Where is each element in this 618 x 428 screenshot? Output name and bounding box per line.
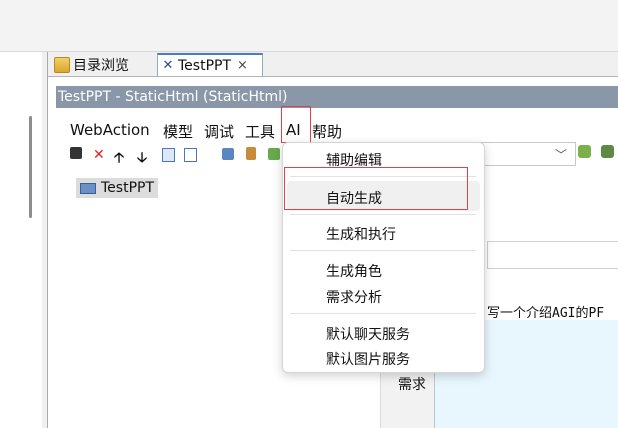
clip-icon[interactable] [246,147,256,160]
prompt-text: 写一个介绍AGI的PF [487,306,605,321]
file-icon[interactable] [162,148,175,162]
menu-webaction[interactable]: WebAction [70,121,150,139]
menu-item-default-image-service[interactable]: 默认图片服务 [326,349,410,369]
top-bar [0,0,618,52]
menu-separator [290,250,476,251]
tab-testppt[interactable]: ✕ TestPPT × [157,53,263,76]
requirement-label: 需求 [398,377,426,393]
auto-generate-highlight [284,167,468,210]
x-file-icon[interactable] [184,148,197,162]
menu-separator [290,313,476,314]
tab-bar: 目录浏览 ✕ TestPPT × [48,52,618,77]
chevron-down-icon[interactable]: ﹀ [555,146,567,163]
right-input[interactable] [487,241,618,269]
green-icon[interactable] [268,148,280,160]
folder-icon [54,57,70,73]
close-icon[interactable]: × [237,58,248,73]
menu-separator [290,214,476,215]
menu-help[interactable]: 帮助 [312,121,342,142]
tab-label: 目录浏览 [73,58,129,74]
tab-directory-browse[interactable]: 目录浏览 [51,54,155,76]
menu-debug[interactable]: 调试 [204,121,234,142]
delete-icon[interactable]: ✕ [93,147,105,163]
window-title: TestPPT - StaticHtml (StaticHtml) [56,86,618,108]
ai-menu-highlight [281,106,311,143]
tree-item-testppt[interactable]: TestPPT [76,178,159,198]
tree-item-label: TestPPT [101,180,155,196]
tool-icon[interactable] [222,148,234,160]
settings-icon[interactable] [601,145,614,158]
run-icon[interactable] [578,145,591,158]
save-icon[interactable] [70,147,82,159]
html-icon [80,182,96,194]
down-arrow-icon[interactable]: 🡣 [137,147,147,171]
x-icon: ✕ [162,57,174,73]
tab-label: TestPPT [178,57,232,74]
left-panel [0,52,43,428]
menu-item-default-chat-service[interactable]: 默认聊天服务 [326,324,410,344]
menu-model[interactable]: 模型 [163,121,193,142]
menu-tools[interactable]: 工具 [245,121,275,142]
menu-item-generate-execute[interactable]: 生成和执行 [326,224,396,244]
menu-item-generate-role[interactable]: 生成角色 [326,261,382,281]
up-arrow-icon[interactable]: 🡡 [114,147,124,171]
left-scrollbar[interactable] [29,116,32,218]
menu-item-requirement-analysis[interactable]: 需求分析 [326,287,382,307]
